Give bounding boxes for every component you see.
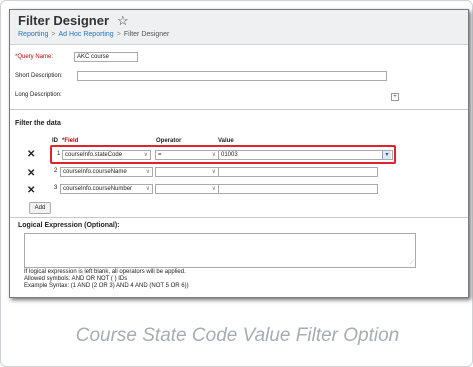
chevron-down-icon: ∨ (145, 186, 150, 192)
logic-help-line: Allowed symbols: AND OR NOT ( ) IDs (24, 276, 128, 282)
remove-row-icon[interactable]: ✕ (27, 169, 35, 179)
expand-long-description-button[interactable]: + (391, 93, 399, 101)
value-input[interactable] (218, 184, 378, 194)
column-header-field: *Field (62, 138, 79, 144)
breadcrumb-reporting[interactable]: Reporting (18, 31, 48, 38)
chevron-down-icon: ∨ (145, 169, 150, 175)
row-id: 3 (54, 185, 58, 191)
resize-handle-icon[interactable]: ⟋ (410, 260, 414, 267)
field-select[interactable]: courseInfo.courseNumber ∨ (60, 184, 153, 194)
add-filter-button[interactable]: Add (29, 202, 51, 214)
short-description-input[interactable] (77, 71, 387, 81)
remove-row-icon[interactable]: ✕ (27, 186, 35, 196)
section-divider (10, 217, 468, 218)
long-description-label: Long Description: (15, 92, 62, 98)
query-name-label: *Query Name: (15, 54, 54, 60)
operator-select[interactable]: ∨ (155, 184, 219, 194)
breadcrumb: Reporting > Ad Hoc Reporting > Filter Design… (18, 31, 169, 38)
breadcrumb-separator: > (116, 31, 121, 38)
logical-expression-textarea[interactable]: ⟋ (24, 233, 416, 268)
page-title: Filter Designer (18, 13, 110, 28)
logical-expression-label: Logical Expression (Optional): (18, 222, 120, 229)
section-divider (10, 109, 468, 110)
logic-help-line: Example Syntax: (1 AND (2 OR 3) AND 4 AN… (24, 283, 189, 289)
highlight-box (50, 145, 396, 164)
remove-row-icon[interactable]: ✕ (27, 150, 35, 160)
breadcrumb-ad-hoc-reporting[interactable]: Ad Hoc Reporting (58, 31, 113, 38)
page-header: Filter Designer ☆ Reporting > Ad Hoc Repor… (10, 10, 468, 45)
chevron-down-icon: ∨ (211, 169, 216, 175)
filter-heading: Filter the data (15, 120, 61, 127)
chevron-down-icon: ∨ (211, 186, 216, 192)
breadcrumb-separator: > (51, 31, 56, 38)
column-header-value: Value (218, 138, 234, 144)
screenshot-panel: Filter Designer ☆ Reporting > Ad Hoc Repor… (9, 9, 469, 298)
column-header-operator: Operator (156, 138, 182, 144)
logic-help-line: If logical expression is left blank, all… (24, 269, 186, 275)
row-id: 2 (54, 168, 58, 174)
value-input[interactable] (218, 167, 378, 177)
query-name-input[interactable]: AKC course (74, 52, 138, 62)
column-header-id: ID (52, 138, 58, 144)
figure-caption: Course State Code Value Filter Option (75, 325, 400, 346)
operator-select[interactable]: ∨ (155, 167, 219, 177)
star-icon[interactable]: ☆ (117, 13, 129, 29)
breadcrumb-current: Filter Designer (123, 31, 170, 38)
figure-frame: Filter Designer ☆ Reporting > Ad Hoc Repor… (0, 0, 473, 367)
short-description-label: Short Description: (15, 73, 63, 79)
field-select[interactable]: courseInfo.courseName ∨ (60, 167, 153, 177)
